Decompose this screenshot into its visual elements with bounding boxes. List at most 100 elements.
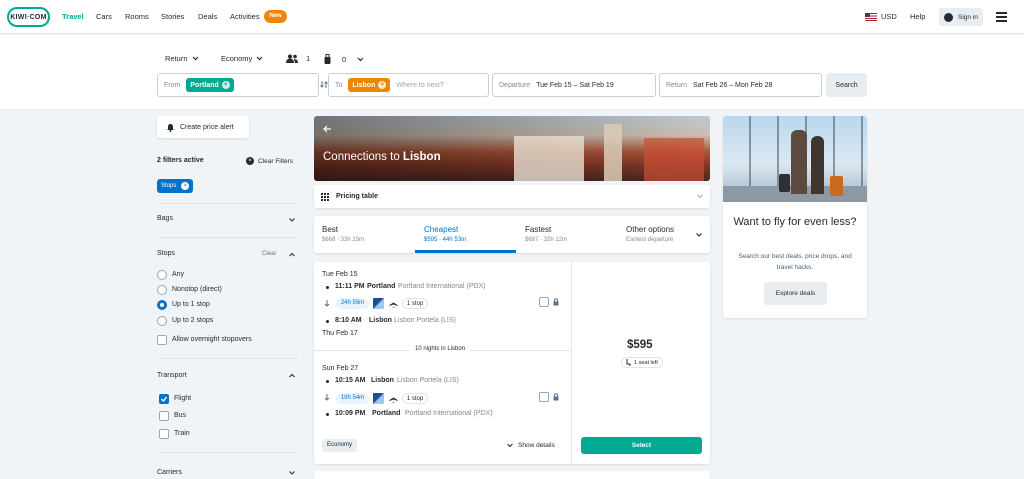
select-button[interactable]: Select [581,437,702,454]
show-details-button[interactable]: Show details [507,442,555,449]
radio-up-to-2-stops-label[interactable]: Up to 2 stops [172,317,213,324]
cabin-class-select[interactable]: Economy [221,54,263,63]
chevron-down-icon[interactable] [289,470,295,476]
nav-deals[interactable]: Deals [198,12,217,21]
search-button[interactable]: Search [826,73,867,97]
arrival-dot-icon [326,320,329,323]
overnight-stopovers-label[interactable]: Allow overnight stopovers [172,336,252,343]
to-label: To [335,81,343,89]
radio-up-to-2-stops[interactable] [157,316,167,326]
radio-nonstop-label[interactable]: Nonstop (direct) [172,286,222,293]
pricing-table-toggle[interactable]: Pricing table [314,185,710,208]
flight-checkbox[interactable] [159,394,169,404]
train-label[interactable]: Train [174,430,190,437]
banner-title-prefix: Connections to [323,151,403,163]
from-field[interactable]: From Portland × [157,73,319,97]
checkmark-icon [161,396,168,402]
to-field[interactable]: To Lisbon × Where to next? [328,73,489,97]
remove-icon[interactable]: × [378,81,387,89]
flight-label[interactable]: Flight [174,395,191,402]
clear-filters-label: Clear Filters [258,157,294,165]
us-flag-icon[interactable] [865,13,877,21]
back-arrow-icon[interactable] [323,125,332,133]
bell-plus-icon [167,123,174,132]
bags-heading[interactable]: Bags [157,215,173,222]
divider [157,237,298,238]
passengers-select[interactable]: 1 [286,54,310,63]
user-icon [944,12,953,22]
radio-any[interactable] [157,270,167,280]
outbound-arr-time: 8:10 AM [335,317,362,324]
price: $595 [627,339,653,351]
stops-clear-link[interactable]: Clear [262,251,276,257]
tab-cheapest-summary: $595 · 44h 53m [424,237,467,243]
remove-icon[interactable]: × [221,81,230,89]
divider [157,203,298,204]
stops-heading[interactable]: Stops [157,250,175,257]
bags-select[interactable]: 0 [324,54,364,64]
nav-cars[interactable]: Cars [96,12,112,21]
radio-up-to-1-stop[interactable] [157,300,167,310]
inbound-arr-city: Portland [372,410,401,417]
trip-type-label: Return [165,54,188,63]
overnight-stopovers-checkbox[interactable] [157,335,167,345]
tab-fastest[interactable]: Fastest [525,225,551,234]
compare-checkbox[interactable] [539,297,549,307]
remove-icon[interactable]: × [181,182,190,190]
nav-stories[interactable]: Stories [161,12,184,21]
radio-up-to-1-stop-label[interactable]: Up to 1 stop [172,301,210,308]
inbound-arr-airport: Portland International (PDX) [405,410,493,417]
chevron-down-icon[interactable] [289,217,295,223]
transport-heading[interactable]: Transport [157,372,187,379]
fare-type-badge: Economy [322,439,358,452]
active-filter-chip-stops[interactable]: Stops × [157,179,194,193]
radio-nonstop[interactable] [157,285,167,295]
compare-checkbox[interactable] [539,392,549,402]
divider [157,358,298,359]
chevron-down-icon[interactable] [696,232,702,238]
tab-other-options[interactable]: Other options [626,225,674,234]
hamburger-menu-icon[interactable] [996,12,1007,22]
nav-travel[interactable]: Travel [62,12,84,21]
departure-field[interactable]: Departure Tue Feb 15 – Sat Feb 19 [492,73,656,97]
chevron-up-icon[interactable] [289,373,295,379]
return-field[interactable]: Return Sat Feb 26 – Mon Feb 28 [659,73,822,97]
grid-icon [321,192,329,201]
radio-any-label[interactable]: Any [172,271,184,278]
sign-in-button[interactable]: Sign in [939,8,983,26]
filters-active-text: 2 filters active [157,157,204,164]
price-alert-label: Create price alert [180,123,234,131]
arrow-down-icon [324,300,330,307]
cabin-class-label: Economy [221,54,253,63]
return-label: Return [666,81,688,89]
trip-type-select[interactable]: Return [165,54,199,63]
inbound-arr-time: 10:09 PM [335,410,366,417]
help-link[interactable]: Help [910,12,925,21]
passengers-count: 1 [306,54,311,63]
from-chip-label: Portland [190,81,219,89]
from-chip[interactable]: Portland × [186,78,234,92]
outbound-arr-city: Lisbon [369,317,392,324]
clear-filters-button[interactable]: × Clear Filters [246,157,293,165]
from-label: From [164,81,181,89]
nav-activities[interactable]: Activities [230,12,260,21]
train-checkbox[interactable] [159,429,169,439]
explore-deals-button[interactable]: Explore deals [764,282,827,305]
carriers-heading[interactable]: Carriers [157,469,182,476]
tab-best[interactable]: Best [322,225,338,234]
passengers-icon [286,54,298,63]
swap-icon[interactable] [320,80,328,89]
nav-rooms[interactable]: Rooms [125,12,149,21]
outbound-stops-badge: 1 stop [402,298,428,309]
price-alert-button[interactable]: Create price alert [157,116,249,138]
bus-checkbox[interactable] [159,411,169,421]
tab-cheapest[interactable]: Cheapest [424,225,458,234]
to-chip[interactable]: Lisbon × [348,78,391,92]
currency-selector[interactable]: USD [881,12,897,21]
outbound-arr-airport: Lisbon Portela (LIS) [394,317,456,324]
to-chip-label: Lisbon [352,81,376,89]
bus-label[interactable]: Bus [174,412,186,419]
chevron-up-icon[interactable] [289,252,295,258]
next-result-card[interactable] [314,471,710,479]
kiwi-logo[interactable]: KIWI·COM [7,7,50,27]
